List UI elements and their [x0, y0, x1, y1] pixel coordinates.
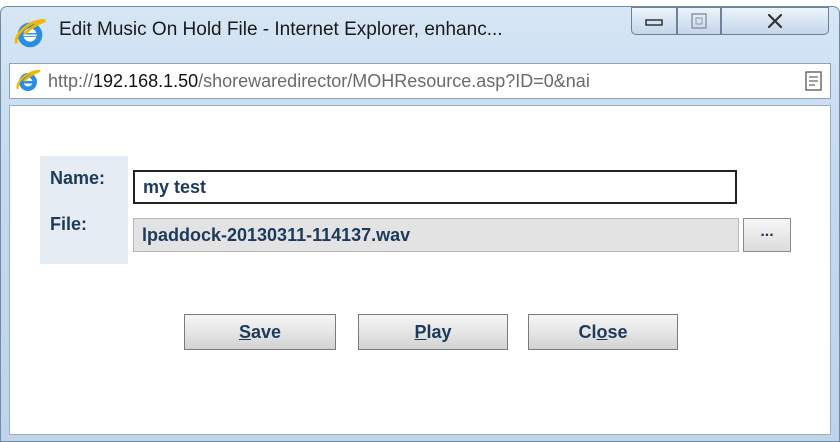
internet-explorer-icon	[14, 19, 46, 48]
close-label-rest: se	[607, 322, 628, 342]
close-label-prefix: Cl	[578, 322, 597, 342]
name-input[interactable]: my test	[133, 170, 737, 204]
url-host: 192.168.1.50	[93, 71, 199, 91]
file-label-cell: File:	[40, 204, 128, 264]
name-label: Name:	[50, 168, 106, 188]
compatibility-view-icon[interactable]	[802, 69, 826, 93]
maximize-button[interactable]	[677, 7, 721, 35]
dialog-content: Name: File: my test lpaddock-20130311-11…	[9, 105, 831, 435]
name-label-cell: Name:	[40, 156, 128, 204]
title-bar[interactable]: Edit Music On Hold File - Internet Explo…	[1, 7, 839, 59]
close-window-button[interactable]	[721, 7, 829, 35]
window-title: Edit Music On Hold File - Internet Explo…	[59, 19, 503, 40]
file-label: File:	[50, 214, 88, 234]
play-button[interactable]: Play	[358, 314, 508, 350]
close-access-key: o	[596, 322, 608, 342]
file-field: lpaddock-20130311-114137.wav	[133, 218, 739, 252]
play-label-rest: lay	[426, 322, 452, 342]
minimize-button[interactable]	[631, 7, 677, 35]
save-label-rest: ave	[250, 322, 282, 342]
minimize-icon	[645, 19, 663, 26]
save-access-key: S	[238, 322, 251, 342]
ie-popup-window: Edit Music On Hold File - Internet Explo…	[0, 6, 840, 442]
browse-button[interactable]: ...	[743, 218, 791, 252]
url-prefix: http://	[48, 71, 94, 91]
url-text[interactable]: http://192.168.1.50/shorewaredirector/MO…	[48, 71, 796, 92]
url-path: /shorewaredirector/MOHResource.asp?ID=0&…	[198, 71, 590, 91]
close-icon	[767, 13, 783, 29]
maximize-icon	[691, 13, 707, 29]
close-button[interactable]: Close	[528, 314, 678, 350]
address-bar[interactable]: http://192.168.1.50/shorewaredirector/MO…	[9, 63, 831, 99]
save-button[interactable]: Save	[184, 314, 336, 350]
ie-page-icon	[16, 69, 41, 91]
play-access-key: P	[414, 322, 427, 342]
